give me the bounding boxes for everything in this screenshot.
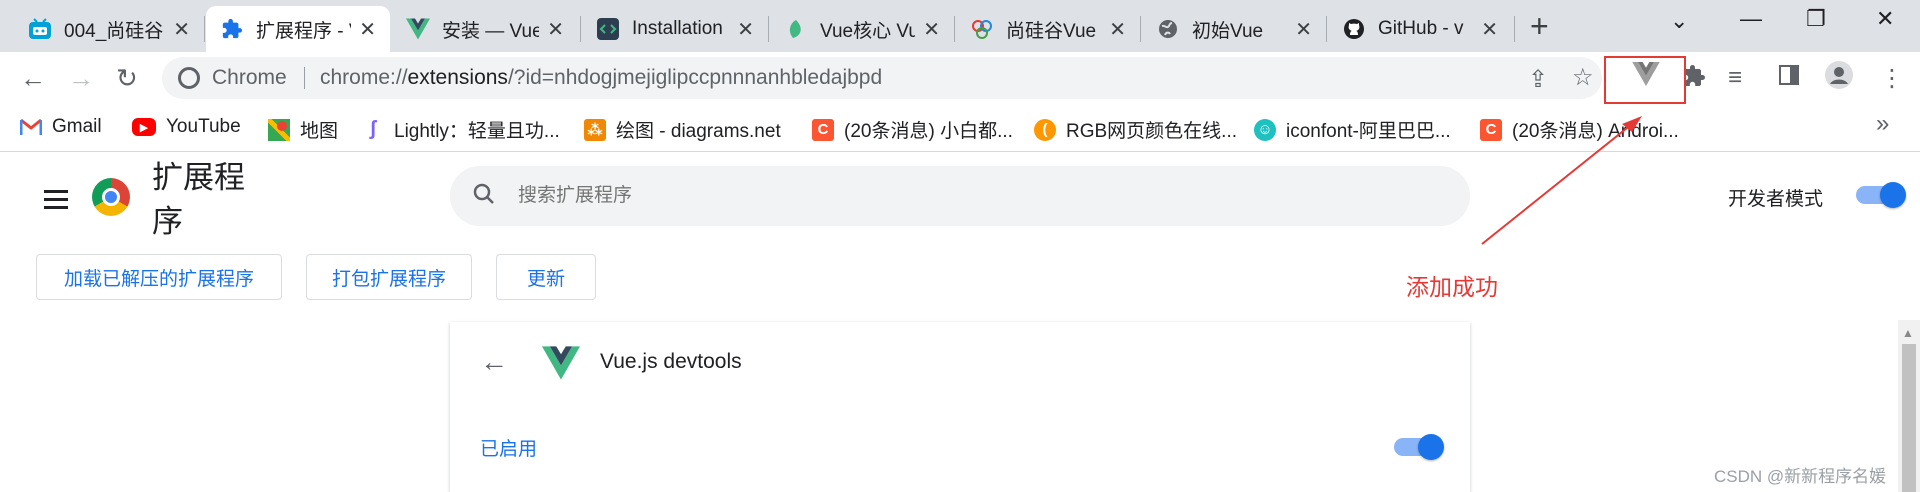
- vue-logo-icon: [542, 346, 580, 385]
- extension-detail-card: ← Vue.js devtools 已启用: [450, 322, 1470, 492]
- enabled-label: 已启用: [480, 439, 538, 460]
- toggle-knob: [1418, 434, 1444, 460]
- scrollbar-thumb[interactable]: [1902, 344, 1916, 492]
- scrollbar[interactable]: ▲: [1898, 320, 1920, 492]
- watermark: CSDN @新新程序名媛: [1714, 467, 1887, 486]
- extension-enabled-toggle[interactable]: [1394, 434, 1444, 460]
- scroll-up-arrow-icon[interactable]: ▲: [1902, 326, 1914, 340]
- back-arrow-icon[interactable]: ←: [480, 346, 508, 378]
- extension-name: Vue.js devtools: [600, 350, 742, 373]
